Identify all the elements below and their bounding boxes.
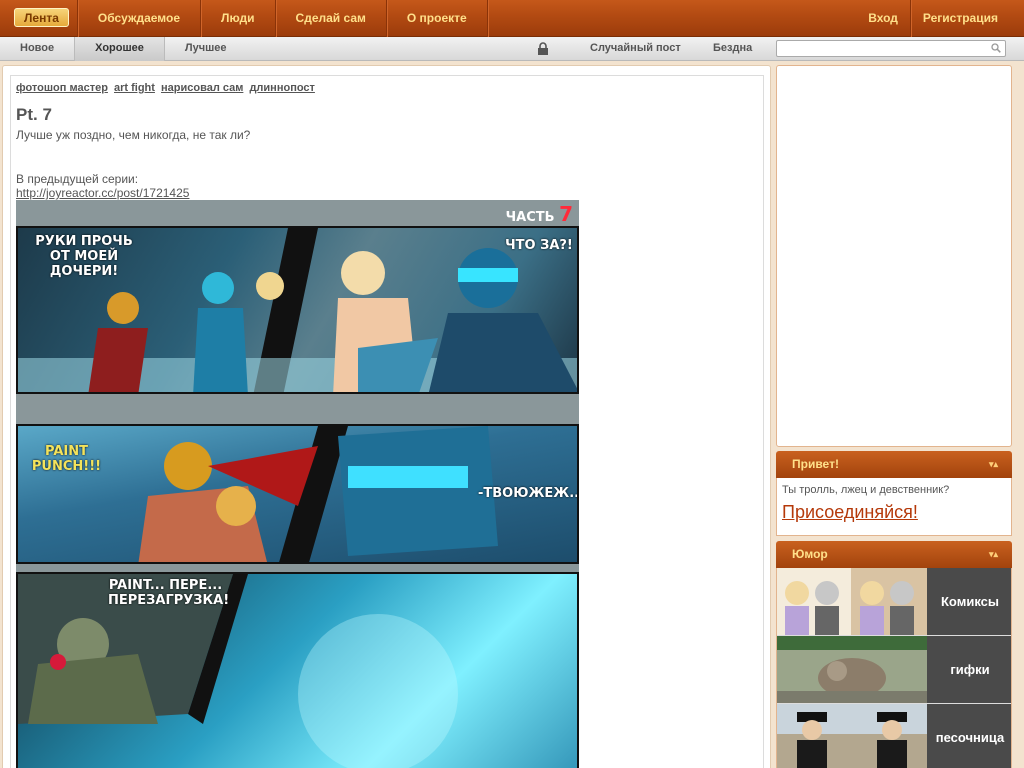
comic-panel-3-art (18, 574, 458, 768)
comics-thumbnail[interactable] (777, 568, 927, 635)
register-link[interactable]: Регистрация (911, 0, 1024, 37)
comic-part-text: ЧАСТЬ (505, 210, 555, 225)
login-link[interactable]: Вход (856, 0, 911, 37)
gifs-thumbnail-art (777, 636, 927, 703)
search-icon[interactable] (991, 43, 1001, 53)
humor-header: Юмор ▾▴ (776, 541, 1012, 568)
previous-part-link[interactable]: http://joyreactor.cc/post/1721425 (16, 186, 189, 200)
nav-discussed[interactable]: Обсуждаемое (78, 0, 202, 37)
tab-best[interactable]: Лучшее (165, 37, 247, 61)
gifs-thumbnail[interactable] (777, 636, 927, 703)
nav-people[interactable]: Люди (201, 0, 276, 37)
humor-item-comics[interactable]: Комиксы (777, 568, 1011, 636)
post-title: Pt. 7 (16, 105, 52, 124)
auth-nav: Вход Регистрация (856, 0, 1024, 37)
humor-block: Юмор ▾▴ Комиксы гифки песочница (776, 541, 1012, 768)
speech-bubble: PAINT... ПЕРЕ... ПЕРЕЗАГРУЗКА! (108, 578, 230, 608)
tab-good[interactable]: Хорошее (74, 37, 165, 61)
tag-link[interactable]: нарисовал сам (161, 82, 243, 94)
hello-message: Ты тролль, лжец и девственник? (782, 484, 950, 496)
hello-title: Привет! (792, 457, 839, 471)
comic-panel-1: РУКИ ПРОЧЬ ОТ МОЕЙ ДОЧЕРИ! ЧТО ЗА?! (16, 226, 579, 394)
tab-new[interactable]: Новое (0, 37, 74, 61)
speech-bubble: ЧТО ЗА?! (505, 238, 573, 253)
nav-feed-label: Лента (14, 8, 69, 27)
comic-image: ЧАСТЬ 7 РУКИ ПРОЧЬ ОТ МОЕЙ ДОЧЕРИ! ЧТО З… (16, 200, 579, 768)
top-navigation-bar: Лента Обсуждаемое Люди Сделай сам О прое… (0, 0, 1024, 37)
post-subtitle: Лучше уж поздно, чем никогда, не так ли? (16, 128, 251, 142)
tag-link[interactable]: art fight (114, 82, 155, 94)
comics-thumbnail-art (777, 568, 927, 635)
collapse-icon[interactable]: ▾▴ (989, 541, 998, 568)
random-post-link[interactable]: Случайный пост (590, 37, 681, 61)
tag-link[interactable]: длиннопост (249, 82, 314, 94)
nav-diy[interactable]: Сделай сам (276, 0, 387, 37)
collapse-icon[interactable]: ▾▴ (989, 451, 998, 478)
tag-link[interactable]: фотошоп мастер (16, 82, 108, 94)
hello-header: Привет! ▾▴ (776, 451, 1012, 478)
humor-item-gifs[interactable]: гифки (777, 636, 1011, 704)
abyss-link[interactable]: Бездна (713, 37, 752, 61)
main-content: фотошоп мастер art fight нарисовал сам д… (2, 65, 771, 768)
search-input[interactable] (777, 41, 987, 57)
humor-title: Юмор (792, 547, 828, 561)
previous-part-label: В предыдущей серии: (16, 172, 139, 186)
humor-list: Комиксы гифки песочница (776, 568, 1012, 768)
comic-panel-2: PAINT PUNCH!!! -ТВОЮЖЕЖ... (16, 424, 579, 564)
secondary-nav-bar: Новое Хорошее Лучшее Случайный пост Безд… (0, 37, 1024, 61)
sandbox-thumbnail-art (777, 704, 927, 768)
humor-label[interactable]: гифки (927, 636, 1011, 703)
sandbox-thumbnail[interactable] (777, 704, 927, 768)
post-tags: фотошоп мастер art fight нарисовал сам д… (16, 82, 318, 94)
join-link[interactable]: Присоединяйся! (782, 502, 918, 523)
comic-part-label: ЧАСТЬ 7 (506, 202, 573, 226)
lock-icon[interactable] (537, 42, 549, 55)
nav-feed[interactable]: Лента (0, 0, 78, 37)
speech-bubble: -ТВОЮЖЕЖ... (478, 486, 579, 501)
nav-about[interactable]: О проекте (387, 0, 488, 37)
speech-bubble: РУКИ ПРОЧЬ ОТ МОЕЙ ДОЧЕРИ! (35, 234, 133, 279)
post: фотошоп мастер art fight нарисовал сам д… (10, 75, 764, 768)
humor-item-sandbox[interactable]: песочница (777, 704, 1011, 768)
feed-tabs: Новое Хорошее Лучшее (0, 37, 247, 61)
humor-label[interactable]: Комиксы (927, 568, 1011, 635)
speech-bubble: PAINT PUNCH!!! (31, 444, 102, 474)
ad-placeholder (776, 65, 1012, 447)
comic-part-number: 7 (559, 202, 573, 226)
comic-panel-3: PAINT... ПЕРЕ... ПЕРЕЗАГРУЗКА! (16, 572, 579, 768)
join-block: Присоединяйся! (776, 500, 1012, 536)
humor-label[interactable]: песочница (927, 704, 1011, 768)
main-nav: Лента Обсуждаемое Люди Сделай сам О прое… (0, 0, 488, 37)
search-box (776, 40, 1006, 57)
